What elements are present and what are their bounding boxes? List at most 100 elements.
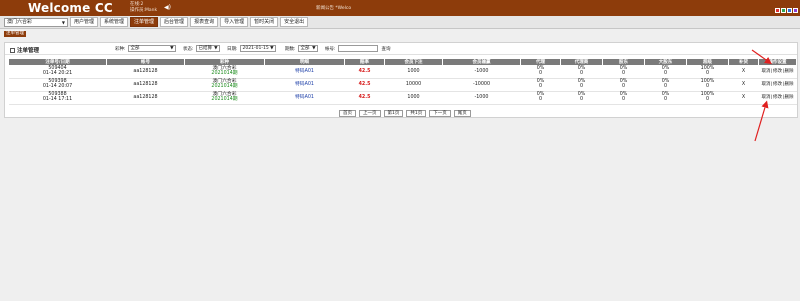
big-shareholder-cell: 0% 0 (644, 78, 687, 92)
lottery-select-value: 澳门六合彩 (7, 19, 33, 25)
pager-button[interactable]: 下一页 (429, 110, 451, 117)
pager-button[interactable]: 共1页 (406, 110, 427, 117)
nav-tab[interactable]: 系统管理 (100, 17, 129, 27)
super-cell: 100% 0 (686, 78, 729, 92)
order-cell: 509404 01-14 20:21 (8, 65, 107, 79)
lottery-cell: 澳门六合彩 2021014期 (184, 78, 265, 92)
lottery-cell: 澳门六合彩 2021014期 (184, 91, 265, 105)
table-header-row: 注单号/日期 帐号 彩种 明细 赔率 会员下注 会员输赢 代理 代理商 股东 大股东 超级 补货 操作设置 (8, 58, 797, 66)
odds-cell: 42.5 (344, 65, 385, 79)
query-button[interactable]: 查询 (382, 46, 391, 52)
shareholder-cell: 0% 0 (602, 91, 645, 105)
pager-button[interactable]: 第1页 (383, 110, 404, 117)
column-header: 注单号/日期 (8, 58, 107, 66)
table-row: 509404 01-14 20:21 aa128128 澳门六合彩 2021014期… (8, 65, 797, 79)
ops-cell: 取消|修改|删除 (758, 78, 797, 92)
odds-cell: 42.5 (344, 91, 385, 105)
agent-biz-cell: 0% 0 (560, 91, 603, 105)
operator-name: 操作员:Mank (130, 7, 158, 13)
delete-link[interactable]: 删除 (784, 95, 794, 100)
nav-tab[interactable]: 安全退出 (280, 17, 309, 27)
lottery-cell: 澳门六合彩 2021014期 (184, 65, 265, 79)
column-header: 代理 (520, 58, 561, 66)
nav-tab[interactable]: 后台管理 (160, 17, 189, 27)
delete-link[interactable]: 删除 (784, 69, 794, 74)
filter-status: 状态: 已结算 ▼ (183, 45, 220, 52)
pager-button[interactable]: 首页 (339, 110, 356, 117)
column-header: 会员下注 (384, 58, 443, 66)
user-info: 在线:2 操作员:Mank (130, 2, 157, 13)
status-select[interactable]: 已结算 ▼ (195, 45, 220, 52)
winloss-cell: -1000 (442, 91, 521, 105)
theme-buttons (775, 8, 798, 13)
big-shareholder-cell: 0% 0 (644, 65, 687, 79)
odds-cell: 42.5 (344, 78, 385, 92)
theme-green-button[interactable] (781, 8, 786, 13)
theme-purple-button[interactable] (793, 8, 798, 13)
bet-cell: 1000 (384, 65, 443, 79)
date-select[interactable]: 2021-01-15 ▼ (239, 45, 276, 52)
period-select[interactable]: 全部 ▼ (297, 45, 318, 52)
main-nav: 澳门六合彩 ▼ 用户管理 系统管理 注单管理 后台管理 报表查询 导入管理 暂时关闭 安全退出 (0, 16, 800, 29)
table-body: 509404 01-14 20:21 aa128128 澳门六合彩 2021014期… (8, 65, 797, 105)
cancel-link[interactable]: 取消 (761, 95, 771, 100)
filter-date: 日期: 2021-01-15 ▼ (227, 45, 276, 52)
nav-tab[interactable]: 报表查询 (190, 17, 219, 27)
agent-cell: 0% 0 (520, 65, 561, 79)
speaker-icon[interactable]: ◀) (164, 4, 171, 11)
table-row: 509398 01-14 20:07 aa128128 澳门六合彩 2021014期… (8, 78, 797, 92)
edit-link[interactable]: 修改 (773, 69, 783, 74)
agent-biz-cell: 0% 0 (560, 65, 603, 79)
detail-cell: 特码A01 (264, 65, 345, 79)
refill-cell: X (728, 65, 759, 79)
refill-cell: X (728, 78, 759, 92)
big-shareholder-cell: 0% 0 (644, 91, 687, 105)
detail-cell: 特码A01 (264, 78, 345, 92)
column-header: 帐号 (106, 58, 185, 66)
edit-link[interactable]: 修改 (773, 95, 783, 100)
winloss-cell: -1000 (442, 65, 521, 79)
nav-tab[interactable]: 导入管理 (220, 17, 249, 27)
filter-account: 帐号: 查询 (325, 45, 391, 52)
filter-type: 彩种: 全部 ▼ (115, 45, 176, 52)
lottery-select[interactable]: 澳门六合彩 ▼ (4, 18, 68, 27)
theme-blue-button[interactable] (787, 8, 792, 13)
account-input[interactable] (337, 45, 378, 52)
shareholder-cell: 0% 0 (602, 78, 645, 92)
pager-button[interactable]: 上一页 (359, 110, 381, 117)
detail-cell: 特码A01 (264, 91, 345, 105)
delete-link[interactable]: 删除 (784, 82, 794, 87)
breadcrumb: 注单管理 (4, 31, 26, 37)
column-header: 彩种 (184, 58, 265, 66)
column-header: 赔率 (344, 58, 385, 66)
chevron-down-icon: ▼ (61, 20, 65, 25)
type-select[interactable]: 全部 ▼ (127, 45, 176, 52)
table-row: 509388 01-14 17:11 aa128128 澳门六合彩 2021014期… (8, 91, 797, 105)
nav-tab[interactable]: 暂时关闭 (250, 17, 279, 27)
document-icon (10, 48, 15, 53)
nav-tab[interactable]: 用户管理 (70, 17, 99, 27)
agent-biz-cell: 0% 0 (560, 78, 603, 92)
cancel-link[interactable]: 取消 (761, 82, 771, 87)
filter-period: 期数: 全部 ▼ (285, 45, 318, 52)
agent-cell: 0% 0 (520, 78, 561, 92)
column-header: 大股东 (644, 58, 687, 66)
refill-cell: X (728, 91, 759, 105)
news-marquee: 新闻公告 *Welco (316, 6, 352, 11)
winloss-cell: -10000 (442, 78, 521, 92)
ops-cell: 取消|修改|删除 (758, 91, 797, 105)
nav-tabs: 用户管理 系统管理 注单管理 后台管理 报表查询 导入管理 暂时关闭 安全退出 (70, 17, 309, 27)
order-panel: 注单管理 彩种: 全部 ▼ 状态: 已结算 ▼ 日期: 2021-01-15 ▼ 期数… (4, 42, 798, 118)
column-header: 操作设置 (758, 58, 797, 66)
brand-title: Welcome CC (28, 1, 113, 15)
nav-tab[interactable]: 注单管理 (130, 17, 159, 27)
filter-toolbar: 注单管理 彩种: 全部 ▼ 状态: 已结算 ▼ 日期: 2021-01-15 ▼ 期数… (5, 43, 797, 55)
theme-red-button[interactable] (775, 8, 780, 13)
column-header: 超级 (686, 58, 729, 66)
edit-link[interactable]: 修改 (773, 82, 783, 87)
cancel-link[interactable]: 取消 (761, 69, 771, 74)
bet-cell: 1000 (384, 91, 443, 105)
orders-table: 注单号/日期 帐号 彩种 明细 赔率 会员下注 会员输赢 代理 代理商 股东 大股东 超级 补货 操作设置… (8, 58, 797, 105)
pager-button[interactable]: 尾页 (453, 110, 471, 117)
column-header: 代理商 (560, 58, 603, 66)
